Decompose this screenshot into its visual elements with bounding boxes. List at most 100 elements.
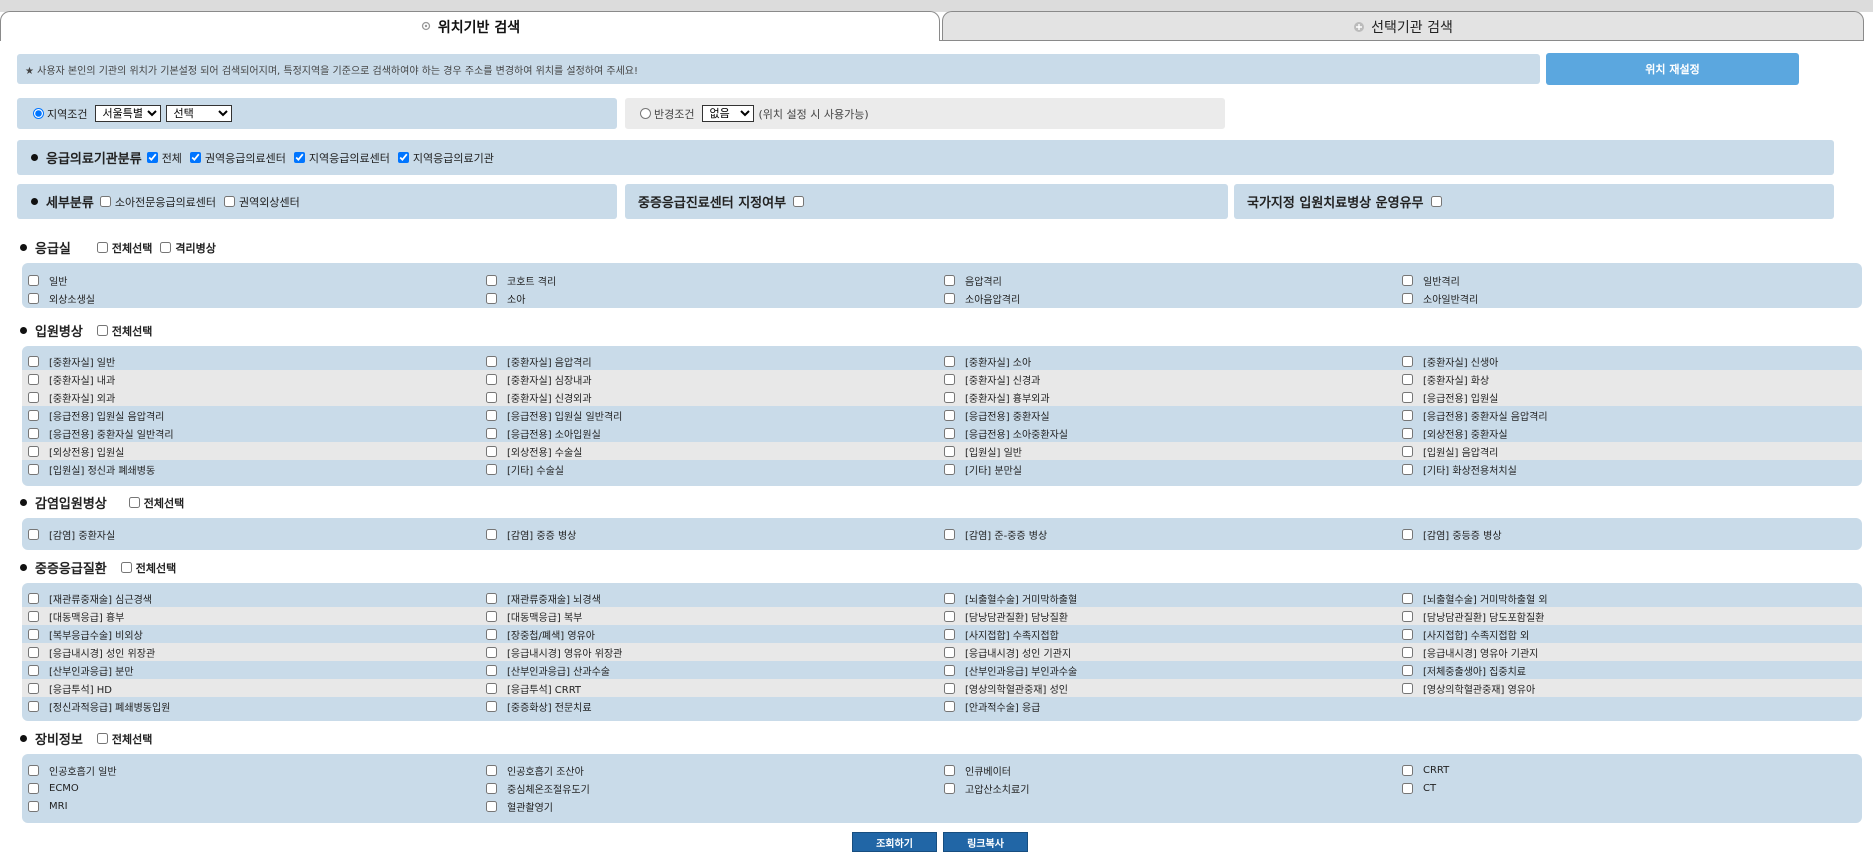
inpatient-option-checkbox[interactable] <box>486 445 497 457</box>
severe-option[interactable]: [복부응급수술] 비외상 <box>28 627 143 642</box>
severe-option-checkbox[interactable] <box>28 610 39 622</box>
equipment-option-checkbox[interactable] <box>486 782 497 794</box>
equipment-option[interactable]: 인큐베이터 <box>944 763 1011 778</box>
equipment-option-checkbox[interactable] <box>28 782 39 794</box>
inpatient-option-checkbox[interactable] <box>1402 391 1413 403</box>
severe-option[interactable]: [재관류중재술] 심근경색 <box>28 591 152 606</box>
inpatient-option[interactable]: [중환자실] 신생아 <box>1402 354 1498 369</box>
equipment-option[interactable]: 혈관촬영기 <box>486 799 553 814</box>
equipment-option[interactable]: 인공호흡기 조산아 <box>486 763 584 778</box>
radius-select[interactable]: 없음 <box>702 105 755 122</box>
inpatient-option-checkbox[interactable] <box>1402 445 1413 457</box>
inpatient-option-checkbox[interactable] <box>1402 355 1413 367</box>
inpatient-option-checkbox[interactable] <box>944 427 955 439</box>
inpatient-option-checkbox[interactable] <box>28 409 39 421</box>
severe-option[interactable]: [영상의학혈관중재] 영유아 <box>1402 681 1535 696</box>
equipment-option[interactable]: MRI <box>28 800 68 812</box>
severe-option[interactable]: [산부인과응급] 분만 <box>28 663 134 678</box>
inpatient-option-checkbox[interactable] <box>944 445 955 457</box>
tab-location-search[interactable]: 위치기반 검색 <box>0 11 940 41</box>
classification-checkbox-local-institution[interactable] <box>397 152 409 163</box>
severe-option-checkbox[interactable] <box>28 646 39 658</box>
inpatient-option-checkbox[interactable] <box>486 355 497 367</box>
equipment-option-checkbox[interactable] <box>28 764 39 776</box>
severe-option-checkbox[interactable] <box>944 700 955 712</box>
severe-option-checkbox[interactable] <box>28 664 39 676</box>
region-radio[interactable] <box>33 108 44 119</box>
severe-option[interactable]: [사지접합] 수족지접합 <box>944 627 1059 642</box>
equipment-option[interactable]: ECMO <box>28 782 79 794</box>
severe-option-checkbox[interactable] <box>486 700 497 712</box>
severe-option-checkbox[interactable] <box>944 610 955 622</box>
severe-option[interactable]: [사지접합] 수족지접합 외 <box>1402 627 1529 642</box>
inpatient-option-checkbox[interactable] <box>944 409 955 421</box>
inpatient-option-checkbox[interactable] <box>28 445 39 457</box>
sido-select[interactable]: 서울특별시 <box>95 105 162 122</box>
tab-institution-search[interactable]: 선택기관 검색 <box>942 11 1864 41</box>
equipment-option-checkbox[interactable] <box>1402 782 1413 794</box>
inpatient-option[interactable]: [외상전용] 중환자실 <box>1402 426 1508 441</box>
severe-option[interactable]: [영상의학혈관중재] 성인 <box>944 681 1068 696</box>
severe-option[interactable]: [뇌출혈수술] 거미막하출혈 외 <box>1402 591 1548 606</box>
inpatient-option-checkbox[interactable] <box>944 373 955 385</box>
inpatient-option-checkbox[interactable] <box>28 463 39 475</box>
severe-option-checkbox[interactable] <box>28 628 39 640</box>
er-select-all-checkbox[interactable] <box>96 242 108 253</box>
severe-option-checkbox[interactable] <box>486 592 497 604</box>
inpatient-option-checkbox[interactable] <box>486 391 497 403</box>
er-option[interactable]: 소아 <box>486 291 525 306</box>
er-option[interactable]: 외상소생실 <box>28 291 95 306</box>
severe-option[interactable]: [산부인과응급] 부인과수술 <box>944 663 1077 678</box>
inpatient-option[interactable]: [기타] 수술실 <box>486 462 564 477</box>
classification-checkbox-local-center[interactable] <box>293 152 305 163</box>
national-bed-checkbox[interactable] <box>1430 196 1442 207</box>
severe-option-checkbox[interactable] <box>944 592 955 604</box>
inpatient-option-checkbox[interactable] <box>1402 409 1413 421</box>
severe-option-checkbox[interactable] <box>486 646 497 658</box>
severe-option-checkbox[interactable] <box>1402 628 1413 640</box>
inpatient-option[interactable]: [중환자실] 내과 <box>28 372 115 387</box>
er-option[interactable]: 일반 <box>28 273 67 288</box>
inpatient-option-checkbox[interactable] <box>944 463 955 475</box>
er-option[interactable]: 소아음압격리 <box>944 291 1020 306</box>
severe-option-checkbox[interactable] <box>944 664 955 676</box>
severe-option[interactable]: [응급투석] CRRT <box>486 681 581 696</box>
inpatient-option[interactable]: [외상전용] 수술실 <box>486 444 582 459</box>
er-option[interactable]: 코호트 격리 <box>486 273 556 288</box>
severe-option[interactable]: [정신과적응급] 폐쇄병동입원 <box>28 699 170 714</box>
inpatient-option[interactable]: [중환자실] 흉부외과 <box>944 390 1050 405</box>
classification-checkbox-all[interactable] <box>146 152 158 163</box>
severe-option-checkbox[interactable] <box>944 682 955 694</box>
inpatient-option[interactable]: [입원실] 정신과 폐쇄병동 <box>28 462 155 477</box>
inpatient-option[interactable]: [기타] 분만실 <box>944 462 1022 477</box>
severe-option-checkbox[interactable] <box>1402 646 1413 658</box>
inpatient-option[interactable]: [중환자실] 화상 <box>1402 372 1489 387</box>
severe-option-checkbox[interactable] <box>28 682 39 694</box>
inpatient-option[interactable]: [응급전용] 입원실 일반격리 <box>486 408 622 423</box>
severe-option-checkbox[interactable] <box>944 646 955 658</box>
severe-option[interactable]: [응급내시경] 성인 위장관 <box>28 645 155 660</box>
infection-option[interactable]: [감염] 준-중증 병상 <box>944 527 1047 542</box>
inpatient-option[interactable]: [중환자실] 소아 <box>944 354 1031 369</box>
inpatient-option[interactable]: [응급전용] 중환자실 <box>944 408 1050 423</box>
severe-option-checkbox[interactable] <box>1402 592 1413 604</box>
inpatient-option-checkbox[interactable] <box>1402 463 1413 475</box>
infection-option-checkbox[interactable] <box>944 528 955 540</box>
inpatient-option[interactable]: [응급전용] 소아입원실 <box>486 426 601 441</box>
inpatient-option[interactable]: [중환자실] 음압격리 <box>486 354 592 369</box>
infection-option-checkbox[interactable] <box>1402 528 1413 540</box>
search-button[interactable]: 조회하기 <box>852 832 937 852</box>
inpatient-option-checkbox[interactable] <box>1402 427 1413 439</box>
infection-option-checkbox[interactable] <box>486 528 497 540</box>
infection-option-checkbox[interactable] <box>28 528 39 540</box>
inpatient-option-checkbox[interactable] <box>486 409 497 421</box>
severe-option[interactable]: [재관류중재술] 뇌경색 <box>486 591 601 606</box>
severe-option[interactable]: [담낭담관질환] 담도포함질환 <box>1402 609 1544 624</box>
equipment-option-checkbox[interactable] <box>486 764 497 776</box>
severe-option[interactable]: [안과적수술] 응급 <box>944 699 1040 714</box>
equipment-option[interactable]: 인공호흡기 일반 <box>28 763 117 778</box>
inpatient-option[interactable]: [응급전용] 입원실 음압격리 <box>28 408 164 423</box>
equipment-option[interactable]: CRRT <box>1402 764 1449 776</box>
severe-option-checkbox[interactable] <box>486 628 497 640</box>
severe-option[interactable]: [장중첩/폐색] 영유아 <box>486 627 595 642</box>
